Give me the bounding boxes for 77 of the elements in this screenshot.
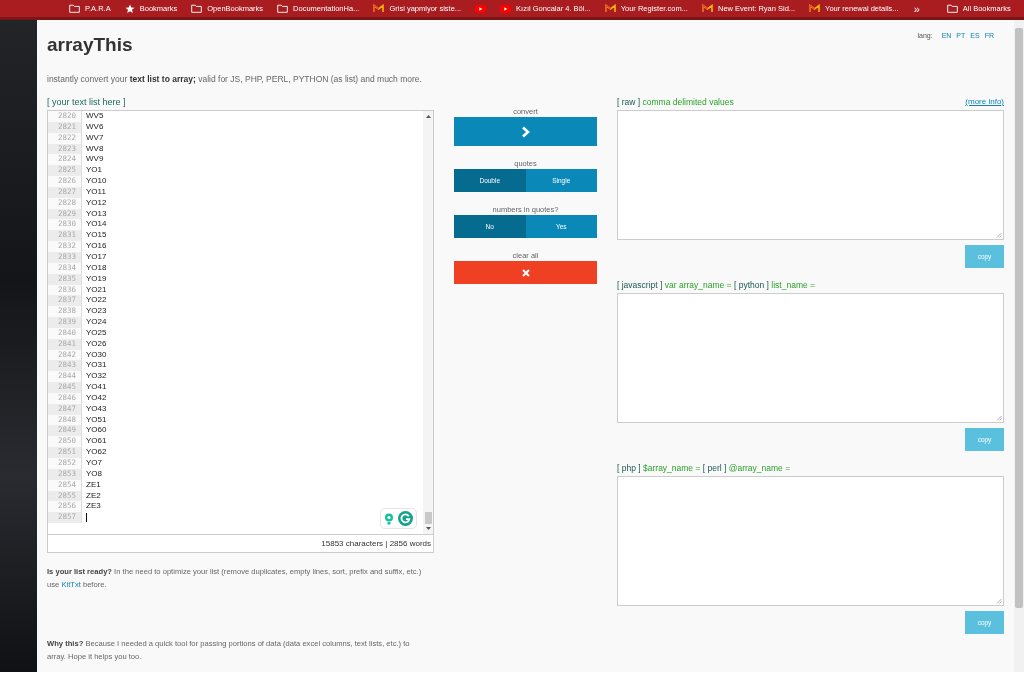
code-line: YO42 (86, 392, 107, 404)
code-line: ZE3 (86, 501, 101, 513)
scroll-up-arrow-icon (424, 114, 432, 119)
code-line: YO7 (86, 458, 102, 469)
output-textarea[interactable] (617, 110, 1004, 240)
code-line: YO12 (86, 197, 107, 209)
code-line: WV8 (86, 143, 104, 155)
star-icon (124, 3, 135, 14)
text-list-editor[interactable] (47, 110, 434, 535)
resize-grip-icon (996, 232, 1002, 238)
output-label: [ php ] $array_name = [ perl ] @array_name = (617, 463, 791, 475)
code-line: YO51 (86, 414, 107, 426)
code-line: WV6 (86, 121, 104, 133)
scrollbar[interactable] (1014, 20, 1024, 672)
code-line: YO62 (86, 447, 107, 458)
code-line: YO1 (86, 165, 102, 177)
tagline-text: instantly convert your text list to array; valid for JS, PHP, PERL, PYTHON (as list) and much more. (47, 74, 423, 84)
video-play-icon (500, 4, 512, 13)
code-line: YO19 (86, 273, 107, 285)
mail-icon (373, 4, 385, 13)
code-line: YO18 (86, 262, 107, 274)
scroll-down-arrow-icon (424, 526, 432, 531)
resize-grip-icon (996, 415, 1002, 421)
scrollbar-thumb[interactable] (1015, 28, 1023, 608)
site-title: arrayThis (47, 34, 133, 56)
resize-grip-icon (996, 598, 1002, 604)
mail-icon (701, 4, 713, 13)
code-line: YO41 (86, 382, 107, 393)
output-label: [ javascript ] var array_name = [ python ] list_name = (617, 280, 816, 292)
code-line: YO21 (86, 284, 107, 296)
code-line: YO26 (86, 338, 107, 350)
folder-icon (277, 4, 289, 13)
code-line: YO25 (86, 327, 107, 339)
code-line: YO10 (86, 176, 107, 187)
convert-button[interactable] (454, 117, 597, 146)
more-info-link[interactable]: (more info) (965, 97, 1004, 110)
scrollbar[interactable] (423, 111, 433, 534)
output-textarea[interactable] (617, 293, 1004, 423)
mail-icon (604, 4, 616, 13)
code-line: YO16 (86, 241, 107, 252)
code-line: YO15 (86, 230, 107, 242)
output-textarea[interactable] (617, 476, 1004, 606)
code-line: YO11 (86, 186, 106, 198)
code-line: ZE2 (86, 490, 101, 502)
code-line: WV9 (86, 154, 104, 166)
video-play-icon (475, 4, 487, 13)
mail-icon (809, 4, 821, 13)
output-label: [ raw ] comma delimited values (617, 97, 734, 109)
code-line: YO13 (86, 208, 107, 220)
folder-icon (69, 4, 80, 13)
close-icon (521, 268, 530, 277)
scrollbar-thumb[interactable] (424, 512, 432, 524)
code-line: YO60 (86, 425, 107, 437)
input-label: [ your text list here ] (47, 97, 127, 109)
code-line: YO32 (86, 371, 107, 383)
code-line: YO14 (86, 219, 107, 231)
character-count: 15853 characters | 2856 words (321, 539, 431, 548)
lightbulb-icon (384, 512, 394, 525)
code-line: YO17 (86, 251, 107, 263)
folder-icon (191, 4, 203, 13)
g-logo-icon (398, 511, 413, 526)
overflow-chevron[interactable]: » (905, 2, 928, 15)
code-line: ZE1 (86, 479, 101, 491)
code-line: YO31 (86, 360, 107, 372)
code-line: WV7 (86, 132, 104, 144)
code-line: YO24 (86, 317, 107, 328)
code-line: WV5 (86, 111, 104, 122)
assistant-widget[interactable] (380, 508, 417, 529)
chevron-right-icon (521, 125, 530, 138)
code-line: YO61 (86, 436, 107, 448)
code-line: YO22 (86, 295, 107, 307)
code-line: YO8 (86, 468, 102, 480)
clear-button[interactable] (454, 261, 597, 284)
folder-icon (946, 4, 958, 13)
code-line: YO30 (86, 349, 107, 361)
code-line: YO43 (86, 403, 107, 415)
code-line: YO23 (86, 306, 107, 318)
